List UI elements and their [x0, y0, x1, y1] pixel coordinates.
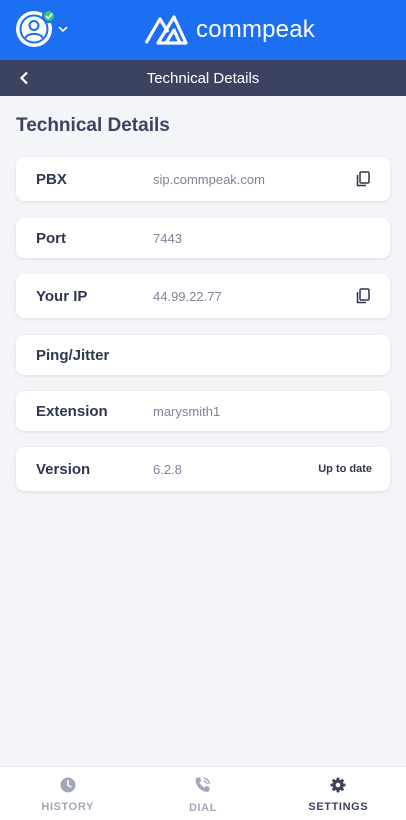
nav-tab-settings[interactable]: SETTINGS — [271, 767, 406, 820]
detail-value: 44.99.22.77 — [153, 288, 222, 304]
commpeak-logo-icon — [144, 15, 188, 45]
detail-label: Version — [36, 460, 91, 478]
gear-icon — [330, 777, 346, 792]
avatar[interactable] — [16, 9, 56, 47]
detail-label: Ping/Jitter — [36, 346, 110, 364]
nav-label: DIAL — [188, 801, 218, 814]
copy-icon — [356, 171, 370, 187]
copy-pbx-button[interactable] — [354, 170, 372, 188]
detail-value: sip.commpeak.com — [153, 171, 265, 187]
detail-label: Your IP — [36, 287, 88, 305]
account-menu[interactable] — [16, 9, 68, 47]
detail-value: 7443 — [153, 230, 182, 246]
detail-label: Extension — [36, 402, 108, 420]
detail-row-port: Port 7443 — [16, 218, 390, 258]
detail-row-ping: Ping/Jitter — [16, 335, 390, 375]
nav-tab-history[interactable]: HISTORY — [0, 767, 135, 820]
page-title: Technical Details — [16, 115, 170, 136]
clock-icon — [60, 777, 76, 792]
chevron-down-icon[interactable] — [58, 25, 68, 33]
sub-header: Technical Details — [0, 60, 406, 96]
detail-row-version: Version 6.2.8 Up to date — [16, 447, 390, 491]
detail-value: 6.2.8 — [153, 461, 182, 477]
nav-label: SETTINGS — [308, 800, 369, 813]
nav-label: HISTORY — [41, 800, 94, 813]
sub-header-title: Technical Details — [146, 69, 260, 87]
detail-row-extension: Extension marysmith1 — [16, 391, 390, 431]
detail-label: Port — [36, 229, 66, 247]
chevron-left-icon — [19, 71, 28, 85]
detail-row-ip: Your IP 44.99.22.77 — [16, 274, 390, 318]
nav-tab-dial[interactable]: DIAL — [135, 767, 270, 820]
version-status: Up to date — [318, 463, 372, 475]
bottom-nav: HISTORY DIAL SETTINGS — [0, 766, 406, 820]
copy-ip-button[interactable] — [354, 287, 372, 305]
app-header: commpeak — [0, 0, 406, 60]
back-button[interactable] — [14, 68, 34, 88]
copy-icon — [356, 288, 370, 304]
brand-logo: commpeak — [144, 12, 315, 48]
detail-value: marysmith1 — [153, 403, 221, 419]
brand-name: commpeak — [196, 16, 315, 43]
phone-icon — [195, 777, 211, 792]
detail-label: PBX — [36, 170, 67, 188]
detail-row-pbx: PBX sip.commpeak.com — [16, 157, 390, 201]
status-online-icon — [42, 9, 56, 23]
